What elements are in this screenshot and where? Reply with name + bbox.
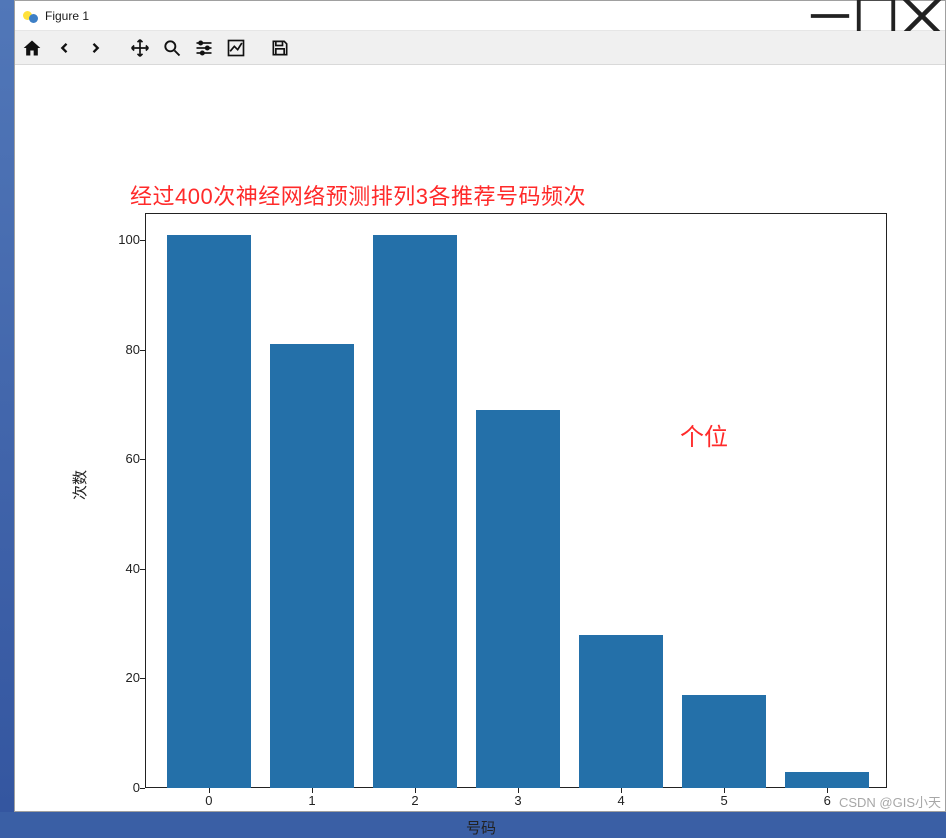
y-tick-label: 80 bbox=[112, 342, 140, 357]
edit-axes-button[interactable] bbox=[223, 35, 249, 61]
arrow-right-icon bbox=[86, 38, 106, 58]
save-button[interactable] bbox=[267, 35, 293, 61]
y-tick-mark bbox=[140, 788, 145, 789]
x-tick-mark bbox=[415, 788, 416, 793]
bar bbox=[476, 410, 561, 788]
x-tick-mark bbox=[209, 788, 210, 793]
y-tick-label: 20 bbox=[112, 670, 140, 685]
y-tick-mark bbox=[140, 240, 145, 241]
bar bbox=[785, 772, 870, 788]
x-tick-label: 4 bbox=[611, 793, 631, 808]
y-tick-label: 100 bbox=[112, 232, 140, 247]
x-tick-mark bbox=[827, 788, 828, 793]
bar bbox=[167, 235, 252, 788]
bar bbox=[373, 235, 458, 788]
save-icon bbox=[270, 38, 290, 58]
y-tick-label: 0 bbox=[112, 780, 140, 795]
desktop-background-strip bbox=[0, 0, 14, 812]
bar bbox=[682, 695, 767, 788]
sliders-icon bbox=[194, 38, 214, 58]
x-tick-mark bbox=[724, 788, 725, 793]
figure-window: Figure 1 bbox=[14, 0, 946, 812]
bar bbox=[270, 344, 355, 788]
forward-button[interactable] bbox=[83, 35, 109, 61]
watermark: CSDN @GIS小天 bbox=[839, 792, 941, 811]
close-button[interactable] bbox=[899, 1, 945, 30]
back-button[interactable] bbox=[51, 35, 77, 61]
zoom-button[interactable] bbox=[159, 35, 185, 61]
subplots-button[interactable] bbox=[191, 35, 217, 61]
x-tick-mark bbox=[312, 788, 313, 793]
x-tick-label: 1 bbox=[302, 793, 322, 808]
minimize-button[interactable] bbox=[807, 1, 853, 30]
y-tick-mark bbox=[140, 350, 145, 351]
zoom-icon bbox=[162, 38, 182, 58]
window-title: Figure 1 bbox=[45, 9, 89, 23]
home-button[interactable] bbox=[19, 35, 45, 61]
x-tick-mark bbox=[518, 788, 519, 793]
x-tick-label: 3 bbox=[508, 793, 528, 808]
bar bbox=[579, 635, 664, 788]
y-axis-label: 次数 bbox=[69, 470, 90, 500]
x-tick-label: 0 bbox=[199, 793, 219, 808]
x-tick-label: 5 bbox=[714, 793, 734, 808]
move-icon bbox=[130, 38, 150, 58]
app-icon bbox=[23, 8, 39, 24]
y-tick-mark bbox=[140, 569, 145, 570]
x-tick-label: 6 bbox=[817, 793, 837, 808]
y-tick-mark bbox=[140, 678, 145, 679]
y-tick-label: 40 bbox=[112, 561, 140, 576]
y-tick-mark bbox=[140, 459, 145, 460]
y-tick-label: 60 bbox=[112, 451, 140, 466]
toolbar bbox=[15, 31, 945, 65]
home-icon bbox=[22, 38, 42, 58]
pan-button[interactable] bbox=[127, 35, 153, 61]
maximize-button[interactable] bbox=[853, 1, 899, 30]
x-axis-label: 号码 bbox=[15, 817, 946, 838]
titlebar: Figure 1 bbox=[15, 1, 945, 31]
arrow-left-icon bbox=[54, 38, 74, 58]
x-tick-mark bbox=[621, 788, 622, 793]
chart-title: 经过400次神经网络预测排列3各推荐号码频次 bbox=[130, 179, 586, 211]
chart: 经过400次神经网络预测排列3各推荐号码频次 个位 次数 号码 02040608… bbox=[15, 65, 946, 813]
x-tick-label: 2 bbox=[405, 793, 425, 808]
chart-line-icon bbox=[226, 38, 246, 58]
window-controls bbox=[807, 1, 945, 30]
figure-canvas: 经过400次神经网络预测排列3各推荐号码频次 个位 次数 号码 02040608… bbox=[15, 65, 945, 811]
